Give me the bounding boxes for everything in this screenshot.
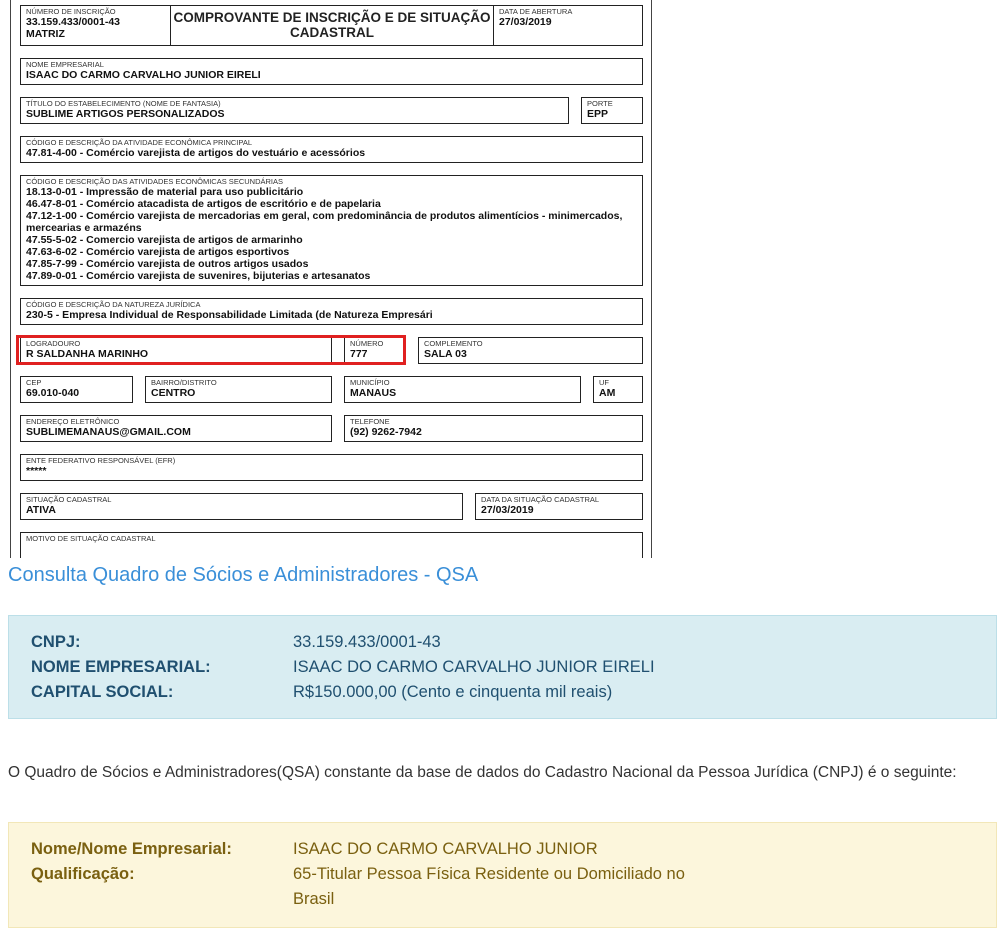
company-summary-panel: CNPJ: 33.159.433/0001-43 NOME EMPRESARIA… [8,615,997,719]
field-value: AM [599,387,616,399]
field-email: ENDEREÇO ELETRÔNICO SUBLIMEMANAUS@GMAIL.… [20,415,332,442]
list-item: 47.12-1-00 - Comércio varejista de merca… [26,210,623,234]
field-value: (92) 9262-7942 [350,426,422,438]
partner-key: Nome/Nome Empresarial: [31,840,232,858]
field-uf: UF AM [593,376,643,403]
field-label: CÓDIGO E DESCRIÇÃO DAS ATIVIDADES ECONÔM… [26,177,283,186]
partner-value-continued: Brasil [293,890,335,908]
page-edge-right [651,0,652,558]
field-municipio: MUNICÍPIO MANAUS [344,376,581,403]
field-label: TELEFONE [350,417,390,426]
field-cep: CEP 69.010-040 [20,376,133,403]
field-value: 33.159.433/0001-43 [26,16,121,28]
field-value: EPP [587,108,609,120]
partner-key: Qualificação: [31,865,135,883]
field-value: CENTRO [151,387,196,399]
summary-value: 33.159.433/0001-43 [293,633,441,651]
qsa-heading: Consulta Quadro de Sócios e Administrado… [8,564,479,586]
field-value: ISAAC DO CARMO CARVALHO JUNIOR EIRELI [26,69,261,81]
field-label: CÓDIGO E DESCRIÇÃO DA NATUREZA JURÍDICA [26,300,201,309]
field-label: MUNICÍPIO [350,378,390,387]
field-value: SALA 03 [424,348,467,360]
field-label: NOME EMPRESARIAL [26,60,104,69]
field-value: SUBLIMEMANAUS@GMAIL.COM [26,426,191,438]
list-item: 47.89-0-01 - Comércio varejista de suven… [26,270,371,282]
field-atividades-secundarias: CÓDIGO E DESCRIÇÃO DAS ATIVIDADES ECONÔM… [20,175,643,286]
field-bairro: BAIRRO/DISTRITO CENTRO [145,376,332,403]
field-value: 230-5 - Empresa Individual de Responsabi… [26,309,433,321]
field-label: NÚMERO DE INSCRIÇÃO [26,7,116,16]
field-value: MANAUS [350,387,397,399]
field-abertura: DATA DE ABERTURA 27/03/2019 [493,5,643,46]
summary-key: CAPITAL SOCIAL: [31,683,174,701]
field-label: BAIRRO/DISTRITO [151,378,217,387]
address-highlight-box [16,335,406,365]
list-item: 47.55-5-02 - Comercio varejista de artig… [26,234,303,246]
field-label: SITUAÇÃO CADASTRAL [26,495,112,504]
field-value: 47.81-4-00 - Comércio varejista de artig… [26,147,366,159]
list-item: 47.63-6-02 - Comércio varejista de artig… [26,246,290,258]
field-value: 27/03/2019 [481,504,534,516]
field-label: ENDEREÇO ELETRÔNICO [26,417,120,426]
field-label: DATA DE ABERTURA [499,7,573,16]
partner-panel: Nome/Nome Empresarial: ISAAC DO CARMO CA… [8,822,997,928]
field-label: DATA DA SITUAÇÃO CADASTRAL [481,495,600,504]
field-label: COMPLEMENTO [424,339,483,348]
partner-value: ISAAC DO CARMO CARVALHO JUNIOR [293,840,598,858]
field-value-type: MATRIZ [26,28,65,40]
field-telefone: TELEFONE (92) 9262-7942 [344,415,643,442]
summary-value: R$150.000,00 (Cento e cinquenta mil reai… [293,683,613,701]
field-efr: ENTE FEDERATIVO RESPONSÁVEL (EFR) ***** [20,454,643,481]
field-label: ENTE FEDERATIVO RESPONSÁVEL (EFR) [26,456,176,465]
summary-key: CNPJ: [31,633,81,651]
field-fantasia: TÍTULO DO ESTABELECIMENTO (NOME DE FANTA… [20,97,569,124]
summary-key: NOME EMPRESARIAL: [31,658,211,676]
secondary-activity-list: 18.13-0-01 - Impressão de material para … [26,186,638,282]
field-value: 27/03/2019 [499,16,552,28]
partner-value: 65-Titular Pessoa Física Residente ou Do… [293,865,685,883]
field-label: UF [599,378,609,387]
list-item: 18.13-0-01 - Impressão de material para … [26,186,304,198]
field-atividade-principal: CÓDIGO E DESCRIÇÃO DA ATIVIDADE ECONÔMIC… [20,136,643,163]
field-label: CEP [26,378,42,387]
field-nome-empresarial: NOME EMPRESARIAL ISAAC DO CARMO CARVALHO… [20,58,643,85]
field-porte: PORTE EPP [581,97,643,124]
field-inscricao: NÚMERO DE INSCRIÇÃO 33.159.433/0001-43 M… [20,5,171,46]
summary-value: ISAAC DO CARMO CARVALHO JUNIOR EIRELI [293,658,655,676]
field-complemento: COMPLEMENTO SALA 03 [418,337,643,364]
field-situacao: SITUAÇÃO CADASTRAL ATIVA [20,493,463,520]
list-item: 46.47-8-01 - Comércio atacadista de arti… [26,198,381,210]
field-data-situacao: DATA DA SITUAÇÃO CADASTRAL 27/03/2019 [475,493,643,520]
field-natureza-juridica: CÓDIGO E DESCRIÇÃO DA NATUREZA JURÍDICA … [20,298,643,325]
field-label: PORTE [587,99,613,108]
field-label: MOTIVO DE SITUAÇÃO CADASTRAL [26,534,156,543]
certificate-title: COMPROVANTE DE INSCRIÇÃO E DE SITUAÇÃO C… [170,5,494,46]
field-value: ATIVA [26,504,56,516]
field-motivo: MOTIVO DE SITUAÇÃO CADASTRAL [20,532,643,558]
field-label: TÍTULO DO ESTABELECIMENTO (NOME DE FANTA… [26,99,221,108]
field-label: CÓDIGO E DESCRIÇÃO DA ATIVIDADE ECONÔMIC… [26,138,253,147]
field-value: SUBLIME ARTIGOS PERSONALIZADOS [26,108,225,120]
cnpj-certificate: NÚMERO DE INSCRIÇÃO 33.159.433/0001-43 M… [0,0,652,558]
list-item: 47.85-7-99 - Comércio varejista de outro… [26,258,309,270]
page-edge-left [10,0,11,558]
field-value: 69.010-040 [26,387,80,399]
field-value: ***** [26,465,47,477]
qsa-intro-text: O Quadro de Sócios e Administradores(QSA… [8,764,957,781]
